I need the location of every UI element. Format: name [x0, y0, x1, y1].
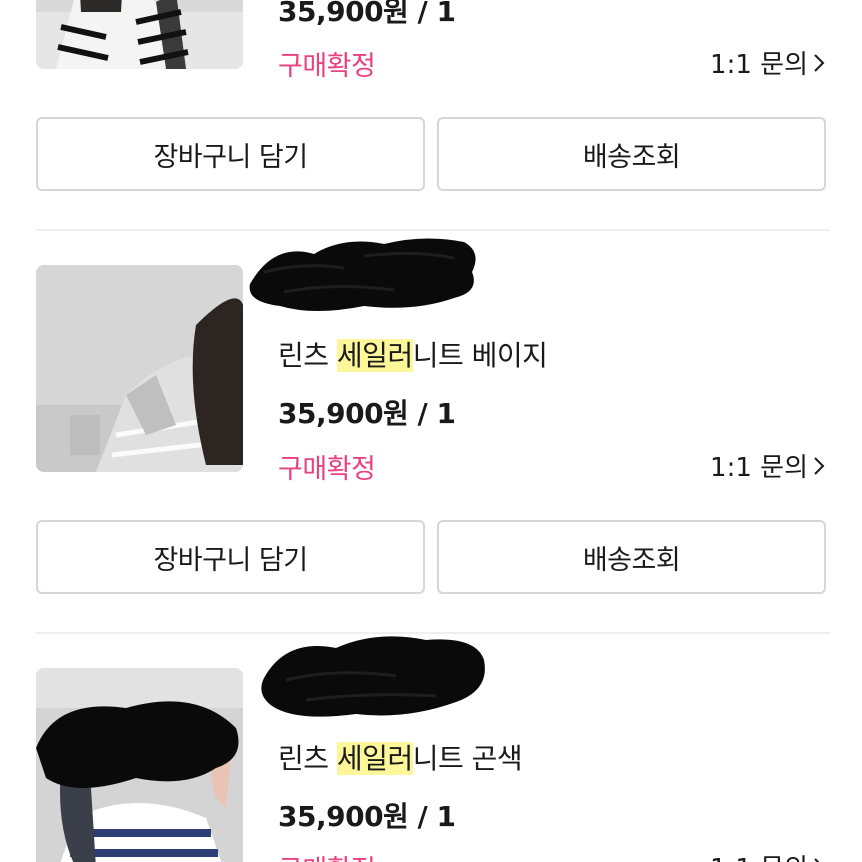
product-name[interactable]: 린츠 세일러니트 베이지: [278, 334, 548, 374]
product-name[interactable]: 린츠 세일러니트 곤색: [278, 737, 523, 777]
product-price: 35,900원 / 1: [278, 397, 456, 430]
product-price: 35,900원 / 1: [278, 800, 456, 833]
order-status: 구매확정: [278, 848, 376, 862]
inquiry-label: 1:1 문의: [710, 50, 808, 80]
inquiry-link[interactable]: 1:1 문의: [710, 848, 826, 862]
add-to-cart-button[interactable]: 장바구니 담기: [36, 520, 425, 594]
highlighted-keyword: 세일러: [336, 742, 413, 775]
chevron-right-icon: [814, 456, 825, 475]
inquiry-label: 1:1 문의: [710, 453, 808, 483]
product-thumbnail[interactable]: [36, 668, 243, 862]
order-status: 구매확정: [278, 454, 376, 485]
inquiry-label: 1:1 문의: [710, 848, 808, 862]
track-shipping-button[interactable]: 배송조회: [437, 117, 826, 191]
redaction-scribble: [244, 232, 484, 320]
order-divider: [36, 229, 830, 231]
product-thumbnail[interactable]: [36, 265, 243, 472]
product-price: 35,900원 / 1: [278, 0, 456, 28]
chevron-right-icon: [814, 53, 825, 72]
chevron-right-icon: [814, 857, 820, 862]
highlighted-keyword: 세일러: [336, 339, 413, 372]
redaction-scribble: [256, 630, 490, 726]
inquiry-link[interactable]: 1:1 문의: [710, 447, 826, 484]
order-history-page: 35,900원 / 1 구매확정 1:1 문의 장바구니 담기 배송조회 린츠 …: [0, 0, 862, 862]
inquiry-link[interactable]: 1:1 문의: [710, 44, 826, 81]
product-thumbnail[interactable]: [36, 0, 243, 69]
add-to-cart-button[interactable]: 장바구니 담기: [36, 117, 425, 191]
track-shipping-button[interactable]: 배송조회: [437, 520, 826, 594]
order-status: 구매확정: [278, 51, 376, 82]
